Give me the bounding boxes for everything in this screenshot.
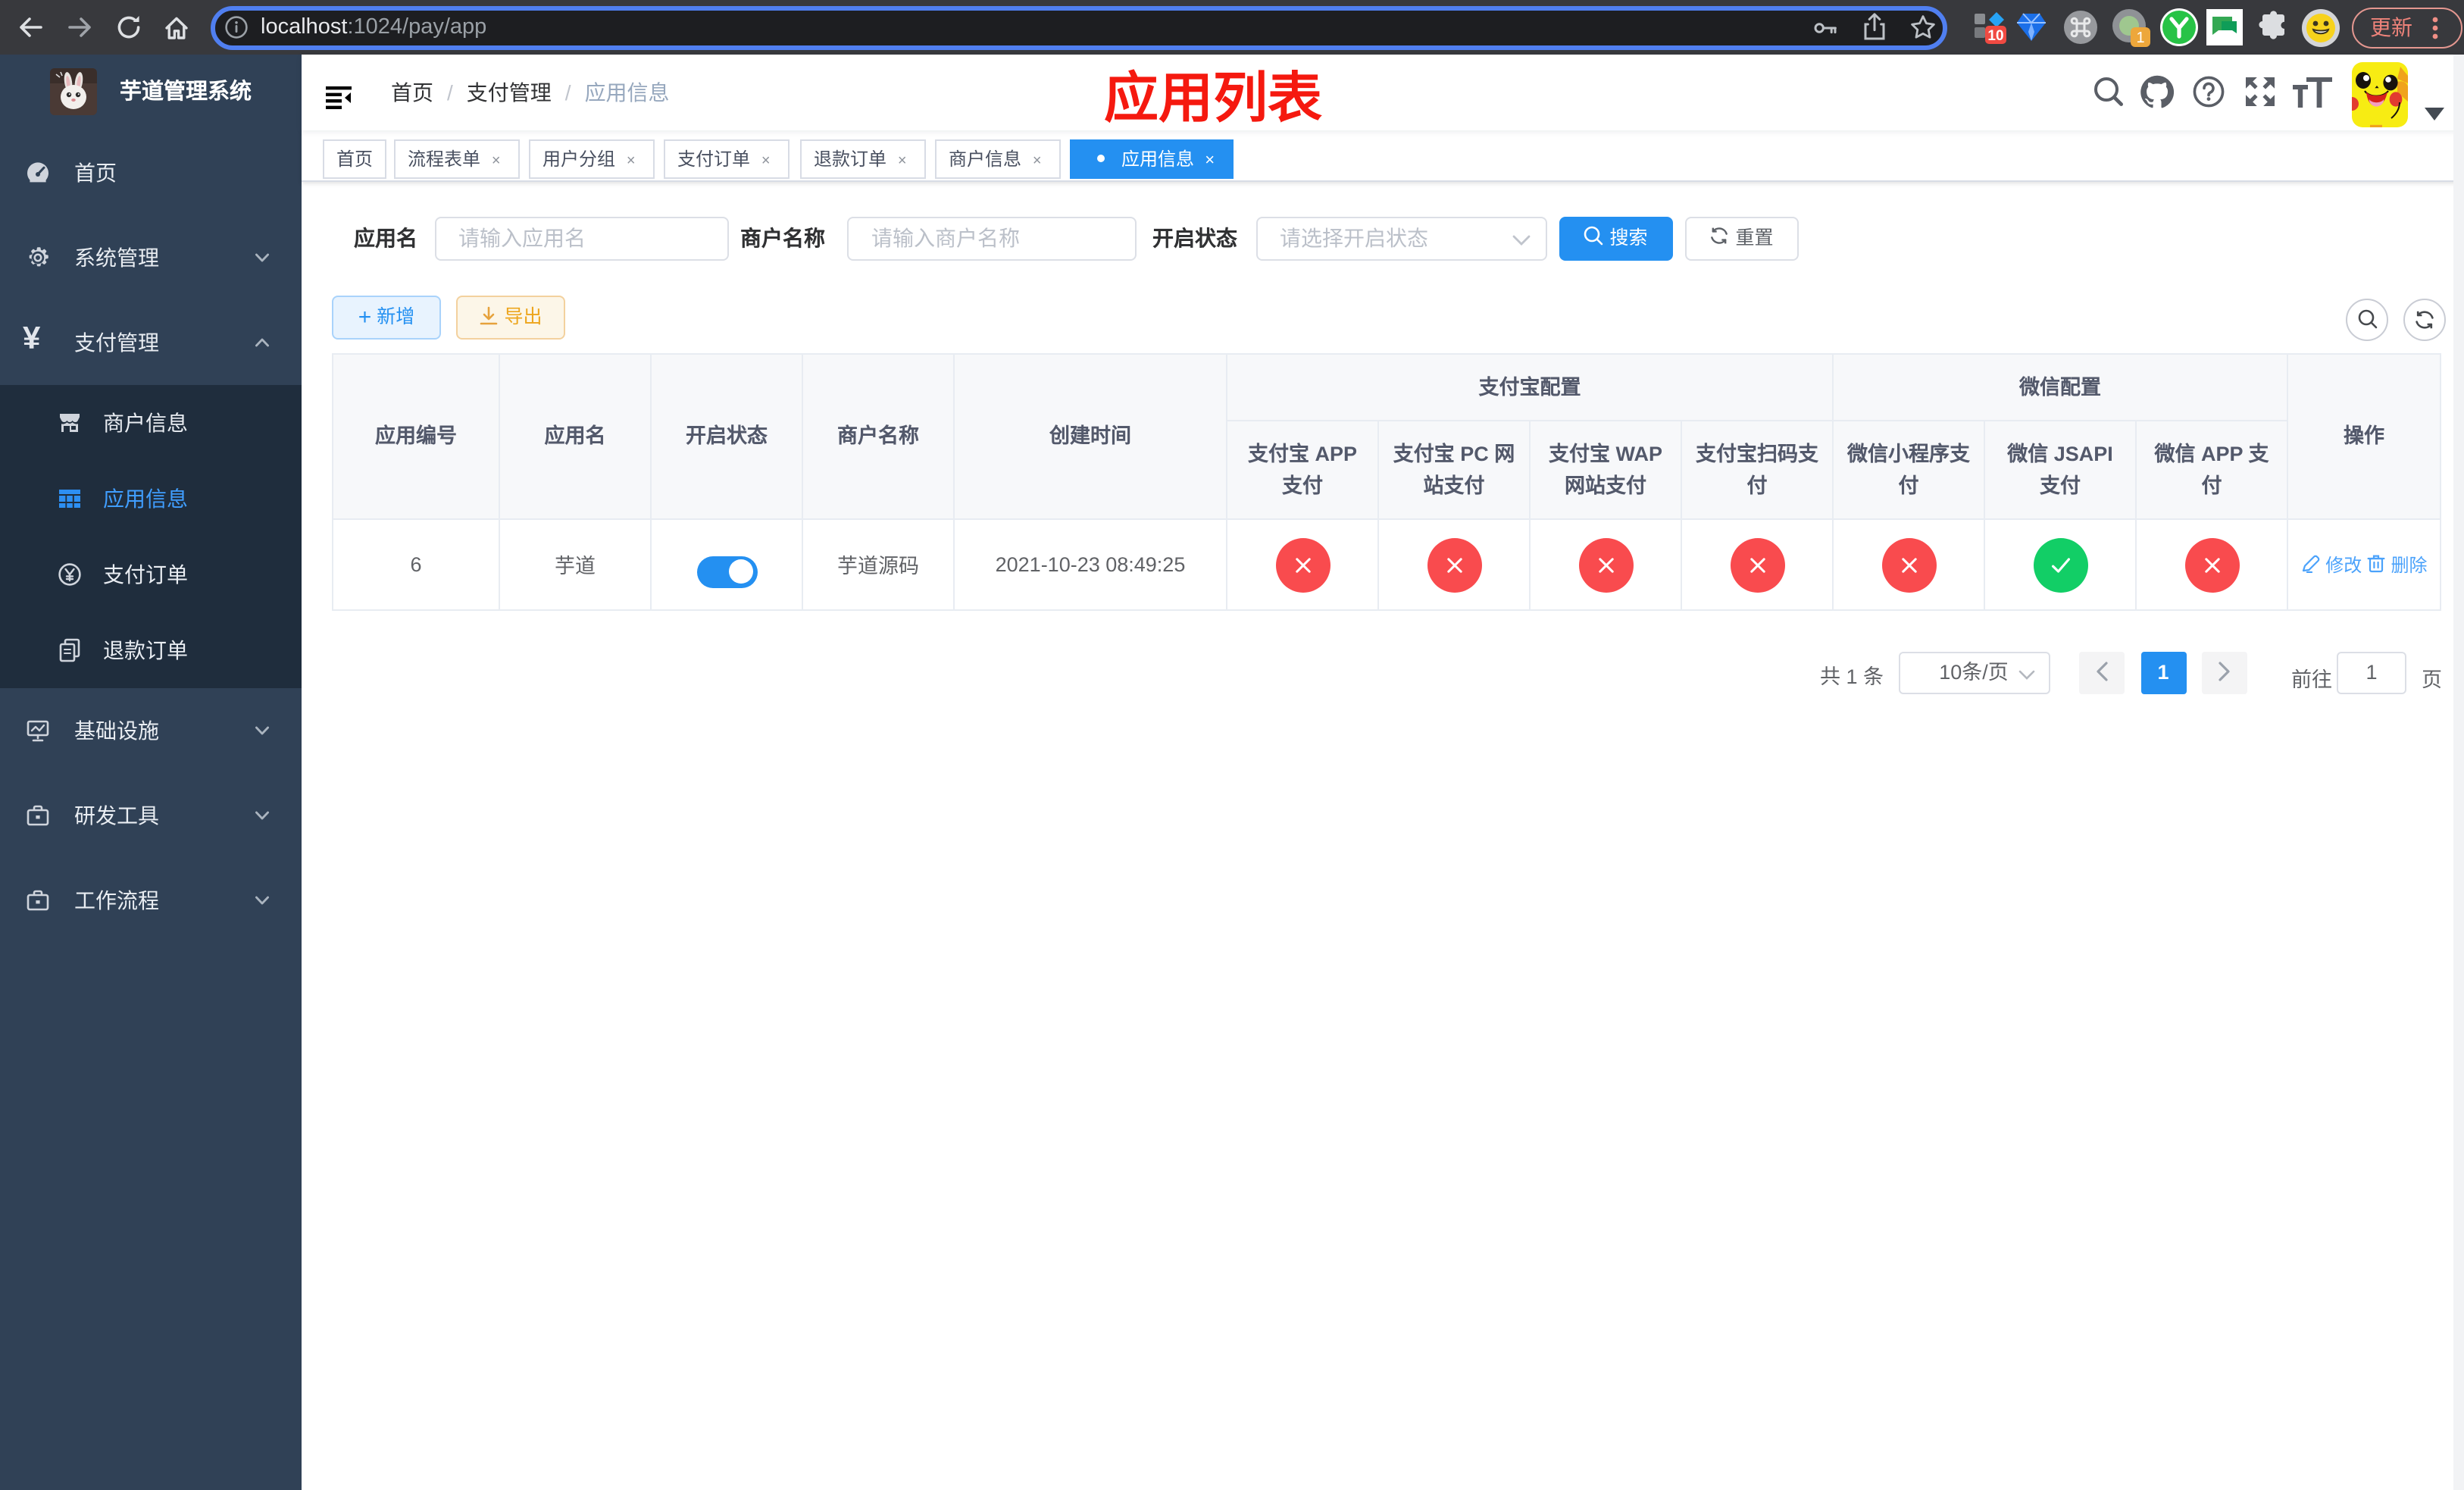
svg-text:1: 1 (2136, 30, 2144, 46)
svg-text:10: 10 (1987, 28, 2003, 44)
